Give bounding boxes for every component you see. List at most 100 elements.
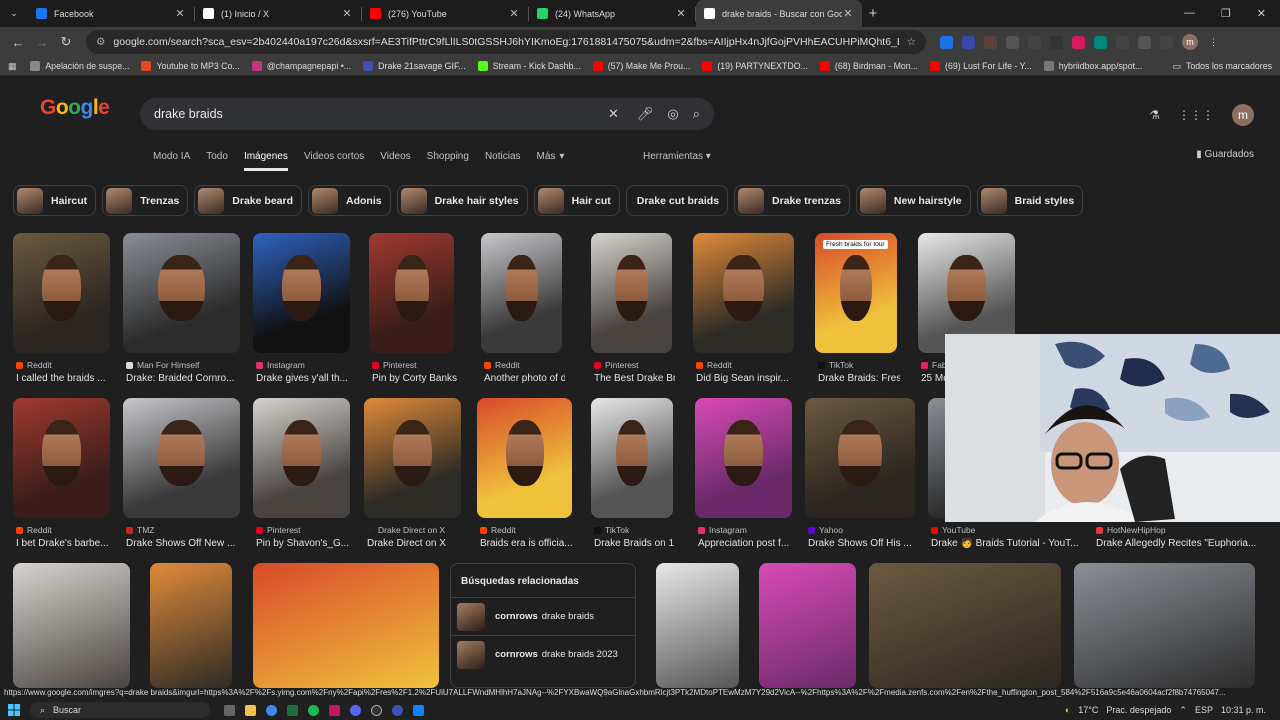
result-thumbnail[interactable]: [693, 233, 794, 353]
result-thumbnail[interactable]: [13, 233, 110, 353]
browser-tab[interactable]: Facebook ✕: [28, 0, 194, 27]
result-title[interactable]: I called the braids ...: [16, 373, 113, 384]
result-title[interactable]: The Best Drake Br...: [594, 373, 675, 384]
extension-icon[interactable]: [1116, 35, 1129, 49]
result-title[interactable]: Drake gives y'all th...: [256, 373, 353, 384]
address-bar[interactable]: ⚙ google.com/search?sca_esv=2b402440a197…: [86, 30, 926, 54]
image-result-card[interactable]: Pinterest The Best Drake Br...: [591, 233, 675, 389]
search-tab[interactable]: Más: [537, 151, 556, 171]
extension-icon[interactable]: [1050, 35, 1063, 49]
labs-flask-icon[interactable]: ⚗: [1149, 108, 1160, 122]
result-thumbnail[interactable]: Fresh braids for tour: [815, 233, 897, 353]
close-tab-icon[interactable]: ✕: [341, 7, 353, 20]
extension-icon[interactable]: [1072, 35, 1085, 49]
bookmark-item[interactable]: Stream - Kick Dashb...: [477, 61, 581, 71]
bookmark-item[interactable]: (57) Make Me Prou...: [592, 61, 690, 71]
image-result-card[interactable]: Reddit Braids era is officia...: [477, 398, 575, 554]
task-view-icon[interactable]: [224, 704, 235, 716]
search-tab[interactable]: Todo: [206, 151, 228, 171]
result-thumbnail[interactable]: [13, 563, 130, 688]
reload-icon[interactable]: ↻: [54, 34, 78, 50]
menu-kebab-icon[interactable]: ⋮: [1207, 36, 1220, 49]
bookmark-star-icon[interactable]: ☆: [907, 36, 916, 48]
result-title[interactable]: Drake Direct on X: [367, 538, 464, 549]
bookmark-item[interactable]: (19) PARTYNEXTDO...: [702, 61, 808, 71]
extension-icon[interactable]: [940, 35, 953, 49]
image-result-card[interactable]: TikTok Drake Braids on 1 ...: [591, 398, 676, 554]
extension-icon[interactable]: [1006, 35, 1019, 49]
result-thumbnail[interactable]: [805, 398, 915, 518]
image-result-card[interactable]: Fresh braids for tour TikTok Drake Braids:…: [815, 233, 900, 389]
google-account-avatar[interactable]: m: [1232, 104, 1254, 126]
result-thumbnail[interactable]: [869, 563, 1061, 688]
file-explorer-icon[interactable]: [245, 704, 256, 716]
result-thumbnail[interactable]: [123, 233, 240, 353]
browser-tab[interactable]: (24) WhatsApp ✕: [529, 0, 695, 27]
result-title[interactable]: Drake Allegedly Recites "Euphoria...: [1096, 538, 1258, 549]
result-title[interactable]: Drake Braids: Fres...: [818, 373, 900, 384]
tab-search-icon[interactable]: ⌄: [0, 8, 28, 19]
result-title[interactable]: Drake Shows Off His ...: [808, 538, 918, 549]
extension-icon[interactable]: [962, 35, 975, 49]
bookmark-item[interactable]: @champagnepapi •...: [251, 61, 351, 71]
close-window-icon[interactable]: ✕: [1257, 7, 1266, 20]
refinement-chip[interactable]: Hair cut: [533, 185, 620, 216]
chrome-icon[interactable]: [266, 704, 277, 716]
restore-icon[interactable]: ❐: [1221, 7, 1231, 20]
refinement-chip[interactable]: New hairstyle: [855, 185, 971, 216]
extension-icon[interactable]: [1094, 35, 1107, 49]
minimize-icon[interactable]: —: [1184, 7, 1195, 20]
browser-profile-avatar[interactable]: m: [1182, 34, 1198, 50]
result-thumbnail[interactable]: [591, 398, 673, 518]
bookmark-item[interactable]: Apelación de suspe...: [30, 61, 129, 71]
close-tab-icon[interactable]: ✕: [508, 7, 520, 20]
discord-icon[interactable]: [350, 704, 361, 716]
result-thumbnail[interactable]: [1074, 563, 1255, 688]
result-thumbnail[interactable]: [695, 398, 792, 518]
result-thumbnail[interactable]: [481, 233, 562, 353]
tools-button[interactable]: Herramientas ▾: [643, 151, 711, 162]
app-icon[interactable]: [329, 704, 340, 716]
saved-button[interactable]: ▮ Guardados: [1196, 149, 1254, 160]
image-result-card[interactable]: Yahoo Drake Shows Off His ...: [805, 398, 915, 554]
result-title[interactable]: Drake Shows Off New ...: [126, 538, 243, 549]
search-query[interactable]: drake braids: [154, 107, 594, 121]
result-thumbnail[interactable]: [364, 398, 461, 518]
back-icon[interactable]: ←: [6, 35, 30, 50]
result-thumbnail[interactable]: [656, 563, 739, 688]
result-title[interactable]: Drake 🧑 Braids Tutorial - YouT...: [931, 538, 1083, 549]
result-title[interactable]: Drake: Braided Cornro...: [126, 373, 243, 384]
result-title[interactable]: I bet Drake's barbe...: [16, 538, 113, 549]
apps-grid-icon[interactable]: ▦: [8, 61, 16, 72]
bookmark-item[interactable]: Youtube to MP3 Co...: [141, 61, 240, 71]
app-icon[interactable]: [392, 704, 403, 716]
refinement-chip[interactable]: Drake trenzas: [734, 185, 850, 216]
result-thumbnail[interactable]: [150, 563, 232, 688]
windows-start-icon[interactable]: [4, 700, 24, 720]
extension-icon[interactable]: [1028, 35, 1041, 49]
search-icon[interactable]: ⌕: [693, 106, 700, 122]
bookmark-item[interactable]: Drake 21savage GIF...: [363, 61, 466, 71]
refinement-chip[interactable]: Drake beard: [194, 185, 302, 216]
result-title[interactable]: Pin by Shavon's_G...: [256, 538, 353, 549]
result-thumbnail[interactable]: [591, 233, 672, 353]
bookmark-item[interactable]: (68) Birdman - Mon...: [819, 61, 918, 71]
bookmark-item[interactable]: hybriidbox.app/spot...: [1043, 61, 1142, 71]
image-result-card[interactable]: Reddit I called the braids ...: [13, 233, 110, 389]
chevron-up-icon[interactable]: ⌃: [1179, 705, 1187, 716]
bookmark-item[interactable]: (69) Lust For Life - Y...: [930, 61, 1032, 71]
image-result-card[interactable]: Drake Direct on X Drake Direct on X: [364, 398, 461, 554]
image-result-card[interactable]: Pinterest Pin by Shavon's_G...: [253, 398, 350, 554]
image-result-card[interactable]: Reddit Another photo of d...: [481, 233, 565, 389]
image-result-card[interactable]: Pinterest Pin by Corty Banks...: [369, 233, 457, 389]
result-title[interactable]: Pin by Corty Banks...: [372, 373, 457, 384]
image-result-card[interactable]: Reddit I bet Drake's barbe...: [13, 398, 110, 554]
clear-icon[interactable]: ✕: [608, 106, 619, 122]
refinement-chip[interactable]: Haircut: [13, 185, 97, 216]
result-thumbnail[interactable]: [477, 398, 572, 518]
extensions-puzzle-icon[interactable]: [1138, 35, 1151, 49]
browser-tab[interactable]: (1) Inicio / X ✕: [195, 0, 361, 27]
image-result-card[interactable]: Instagram Drake gives y'all th...: [253, 233, 350, 389]
close-tab-icon[interactable]: ✕: [174, 7, 186, 20]
result-title[interactable]: Braids era is officia...: [480, 538, 575, 549]
